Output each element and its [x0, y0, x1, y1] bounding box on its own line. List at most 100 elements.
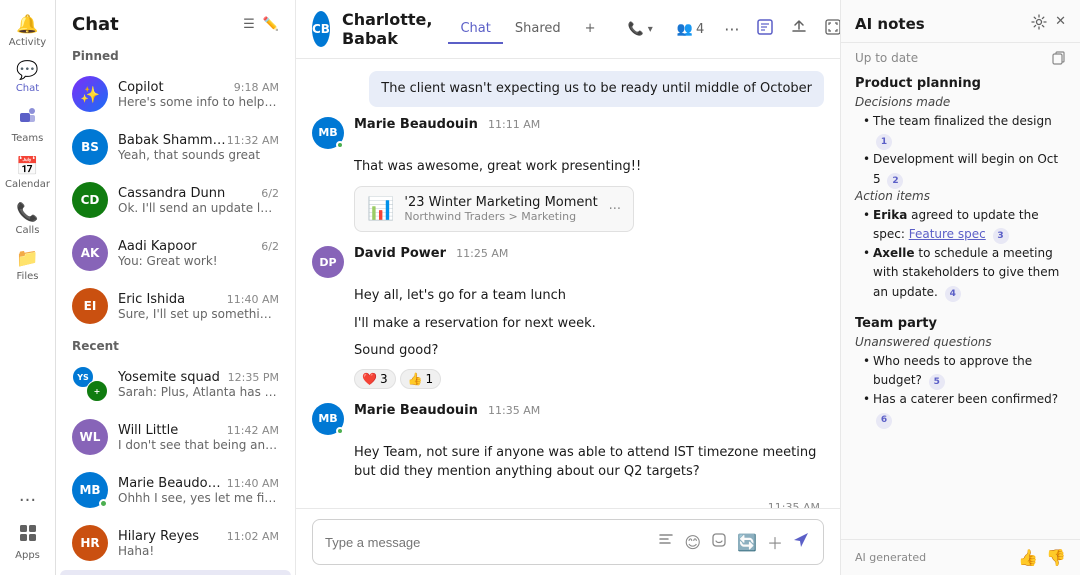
copilot-time: 9:18 AM: [234, 81, 279, 94]
ai-decision-item-2: Development will begin on Oct 5 2: [863, 150, 1066, 188]
yosemite-time: 12:35 PM: [228, 371, 279, 384]
call-button[interactable]: 📞 ▾: [620, 18, 661, 41]
hilary-time: 11:02 AM: [227, 530, 279, 543]
emoji-icon[interactable]: 😊: [682, 531, 703, 554]
ai-product-planning-title: Product planning: [855, 76, 1066, 91]
eric-chat-info: Eric Ishida 11:40 AM Sure, I'll set up s…: [118, 292, 279, 321]
chat-item-cassandra[interactable]: CD Cassandra Dunn 6/2 Ok. I'll send an u…: [60, 174, 291, 226]
ai-panel-subtitle: Up to date: [841, 43, 1080, 72]
ai-copy-icon[interactable]: [1052, 51, 1066, 68]
aadi-preview: You: Great work!: [118, 254, 279, 268]
ai-action-items-list: Erika agreed to update the spec: Feature…: [855, 206, 1066, 302]
babak-name: Babak Shammas: [118, 133, 227, 148]
ai-footer-actions: 👍 👎: [1018, 548, 1066, 567]
new-chat-icon[interactable]: ✏️: [263, 17, 279, 32]
eric-time: 11:40 AM: [227, 293, 279, 306]
sticker-icon[interactable]: [709, 530, 729, 554]
nav-item-teams[interactable]: Teams: [0, 100, 55, 150]
activity-icon: 🔔: [16, 14, 38, 35]
marie-time: 11:40 AM: [227, 477, 279, 490]
chat-item-hilary[interactable]: HR Hilary Reyes 11:02 AM Haha!: [60, 517, 291, 569]
ai-unanswered-label: Unanswered questions: [855, 335, 1066, 349]
david-line2: I'll make a reservation for next week.: [354, 310, 824, 338]
cassandra-avatar: CD: [72, 182, 108, 218]
chat-header: CB Charlotte, Babak Chat Shared + 📞 ▾ 👥 …: [296, 0, 840, 59]
ai-settings-icon[interactable]: [1031, 14, 1047, 34]
reaction-heart[interactable]: ❤️ 3: [354, 369, 396, 389]
aadi-chat-info: Aadi Kapoor 6/2 You: Great work!: [118, 239, 279, 268]
message-group-marie-1: MB Marie Beaudouin 11:11 AM That was awe…: [312, 117, 824, 233]
babak-preview: Yeah, that sounds great: [118, 148, 279, 162]
aadi-time: 6/2: [261, 240, 279, 253]
filter-icon[interactable]: ☰: [243, 17, 255, 32]
marie-content-wrap: That was awesome, great work presenting!…: [312, 153, 824, 233]
ai-action-items-label: Action items: [855, 189, 1066, 203]
sender-row-marie-1: MB Marie Beaudouin 11:11 AM: [312, 117, 824, 149]
chat-item-yosemite[interactable]: YS + Yosemite squad 12:35 PM Sarah: Plus…: [60, 358, 291, 410]
chat-item-charlotte-babak[interactable]: CB B Charlotte and Babak 10:48 AM Charlo…: [60, 570, 291, 575]
chat-contact-name-wrap: Charlotte, Babak: [342, 10, 433, 48]
copilot-chat-info: Copilot 9:18 AM Here's some info to help…: [118, 80, 279, 109]
cassandra-time: 6/2: [261, 187, 279, 200]
file-name: '23 Winter Marketing Moment: [404, 195, 597, 210]
will-name: Will Little: [118, 423, 178, 438]
chat-item-aadi[interactable]: AK Aadi Kapoor 6/2 You: Great work!: [60, 227, 291, 279]
loop-icon[interactable]: 🔄: [735, 531, 759, 554]
phone-icon: 📞: [628, 22, 644, 37]
marie-msg-avatar: MB: [312, 117, 344, 149]
nav-item-apps[interactable]: Apps: [0, 517, 55, 567]
file-more-options[interactable]: ···: [609, 202, 621, 217]
ai-unanswered-item-2: Has a caterer been confirmed? 6: [863, 390, 1066, 428]
chat-item-eric[interactable]: EI Eric Ishida 11:40 AM Sure, I'll set u…: [60, 280, 291, 332]
chat-contact-name: Charlotte, Babak: [342, 10, 433, 48]
nav-item-files[interactable]: 📁 Files: [0, 242, 55, 288]
files-icon: 📁: [16, 248, 38, 269]
nav-item-calendar[interactable]: 📅 Calendar: [0, 150, 55, 196]
notes-icon[interactable]: [752, 14, 778, 44]
nav-item-more[interactable]: ···: [0, 484, 55, 517]
marie-sender-name-2: Marie Beaudouin: [354, 403, 478, 418]
input-area: 😊 🔄 ＋: [296, 508, 840, 575]
tab-chat[interactable]: Chat: [448, 15, 502, 44]
tab-shared[interactable]: Shared: [503, 15, 573, 44]
marie-online-dot: [99, 499, 108, 508]
more-options-button[interactable]: ···: [720, 16, 743, 43]
david-content-wrap: Hey all, let's go for a team lunch I'll …: [312, 282, 824, 389]
marie-msg-online-dot-2: [336, 427, 344, 435]
chat-item-marie[interactable]: MB Marie Beaudouin 11:40 AM Ohhh I see, …: [60, 464, 291, 516]
aadi-avatar: AK: [72, 235, 108, 271]
tab-add[interactable]: +: [573, 15, 608, 44]
feature-spec-link[interactable]: Feature spec: [909, 227, 986, 241]
eric-preview: Sure, I'll set up something for next wee…: [118, 307, 279, 321]
file-card[interactable]: 📊 '23 Winter Marketing Moment Northwind …: [354, 186, 634, 232]
chat-item-will[interactable]: WL Will Little 11:42 AM I don't see that…: [60, 411, 291, 463]
nav-item-calls[interactable]: 📞 Calls: [0, 196, 55, 242]
header-actions: 📞 ▾ 👥 4 ···: [620, 14, 846, 44]
left-nav: 🔔 Activity 💬 Chat Teams 📅 Calendar 📞 Cal…: [0, 0, 56, 575]
teams-icon: [18, 106, 38, 131]
format-icon[interactable]: [656, 530, 676, 554]
cassandra-chat-info: Cassandra Dunn 6/2 Ok. I'll send an upda…: [118, 186, 279, 215]
chat-item-babak[interactable]: BS Babak Shammas 11:32 AM Yeah, that sou…: [60, 121, 291, 173]
thumbs-down-button[interactable]: 👎: [1046, 548, 1066, 567]
calendar-icon: 📅: [16, 156, 38, 177]
attach-icon[interactable]: ＋: [765, 528, 785, 556]
message-input[interactable]: [325, 535, 648, 550]
david-msg-avatar: DP: [312, 246, 344, 278]
marie-sender-name: Marie Beaudouin: [354, 117, 478, 132]
nav-item-chat[interactable]: 💬 Chat: [0, 54, 55, 100]
share-icon[interactable]: [786, 14, 812, 44]
people-button[interactable]: 👥 4: [669, 18, 712, 41]
copilot-name: Copilot: [118, 80, 164, 95]
thumbs-up-button[interactable]: 👍: [1018, 548, 1038, 567]
sidebar: Chat ☰ ✏️ Pinned ✨ Copilot 9:18 AM Here'…: [56, 0, 296, 575]
nav-item-activity[interactable]: 🔔 Activity: [0, 8, 55, 54]
message-group-marie-2: MB Marie Beaudouin 11:35 AM Hey Team, no…: [312, 403, 824, 486]
reaction-thumbs-up[interactable]: 👍 1: [400, 369, 442, 389]
ai-panel-header: AI notes ✕: [841, 0, 1080, 43]
marie-content-wrap-2: Hey Team, not sure if anyone was able to…: [312, 439, 824, 486]
ai-panel-actions: ✕: [1031, 14, 1066, 34]
ai-close-icon[interactable]: ✕: [1055, 14, 1066, 34]
chat-item-copilot[interactable]: ✨ Copilot 9:18 AM Here's some info to he…: [60, 68, 291, 120]
send-button[interactable]: [791, 530, 811, 555]
